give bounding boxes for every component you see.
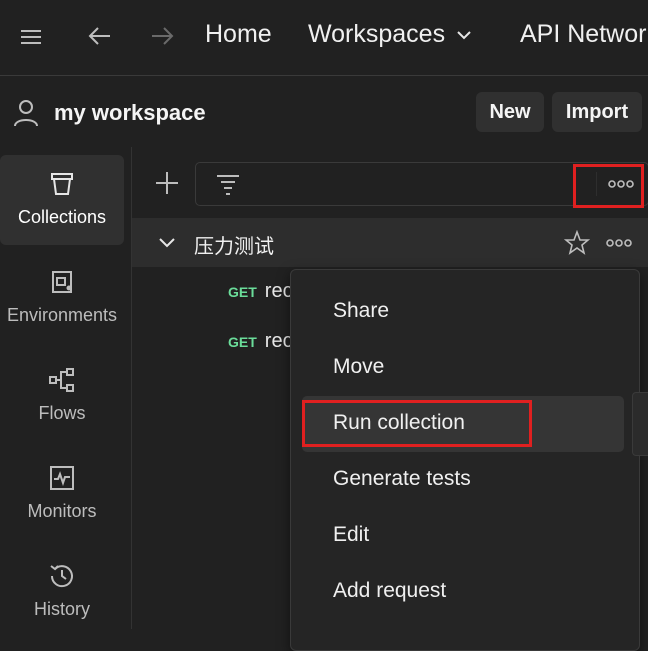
nav-home[interactable]: Home: [205, 20, 272, 49]
request-method: GET: [228, 283, 257, 300]
collection-more-icon[interactable]: [604, 232, 634, 254]
back-arrow-icon[interactable]: [86, 22, 114, 55]
monitors-icon: [50, 466, 74, 490]
add-icon[interactable]: [152, 168, 182, 198]
menu-item-add-request[interactable]: Add request: [333, 579, 446, 603]
nav-workspaces[interactable]: Workspaces: [308, 20, 473, 49]
filter-icon[interactable]: [214, 170, 242, 198]
chevron-down-icon[interactable]: [156, 232, 178, 254]
menu-item-move[interactable]: Move: [333, 355, 384, 379]
sidebar-item-label: Monitors: [27, 501, 97, 521]
highlight-box-run-collection: [302, 400, 532, 447]
new-button[interactable]: New: [476, 92, 544, 132]
menu-item-share[interactable]: Share: [333, 299, 389, 323]
sidebar-item-flows[interactable]: Flows: [0, 351, 124, 441]
sidebar-item-label: Collections: [17, 207, 107, 227]
environments-icon: [52, 271, 72, 293]
sidebar-item-label: Environments: [6, 305, 118, 325]
import-button[interactable]: Import: [552, 92, 642, 132]
forward-arrow-icon[interactable]: [148, 22, 176, 55]
user-icon: [12, 98, 40, 128]
request-name: rec: [264, 330, 293, 352]
nav-workspaces-label: Workspaces: [308, 20, 446, 48]
nav-api-network[interactable]: API Network: [520, 20, 648, 49]
menu-item-edit[interactable]: Edit: [333, 523, 369, 547]
sidebar-item-monitors[interactable]: Monitors: [0, 449, 124, 539]
flows-icon: [49, 368, 74, 392]
sidebar-item-label: History: [33, 599, 90, 619]
history-icon: [50, 565, 73, 588]
collections-icon: [51, 173, 73, 195]
request-name: rec: [264, 280, 293, 302]
chevron-down-icon: [457, 30, 471, 39]
workspace-name[interactable]: my workspace: [54, 100, 206, 126]
menu-icon[interactable]: [18, 24, 44, 50]
sidebar-item-environments[interactable]: Environments: [0, 253, 124, 343]
sidebar-item-collections[interactable]: Collections: [0, 155, 124, 245]
request-item[interactable]: GET rec: [228, 330, 293, 353]
highlight-box-more: [573, 164, 644, 208]
request-method: GET: [228, 333, 257, 350]
star-icon[interactable]: [563, 229, 591, 256]
submenu-edge: [632, 392, 648, 456]
sidebar-item-label: Flows: [38, 403, 86, 423]
sidebar-item-history[interactable]: History: [0, 547, 124, 637]
collection-name: 压力测试: [194, 234, 274, 258]
menu-item-generate-tests[interactable]: Generate tests: [333, 467, 471, 491]
request-item[interactable]: GET rec: [228, 280, 293, 303]
